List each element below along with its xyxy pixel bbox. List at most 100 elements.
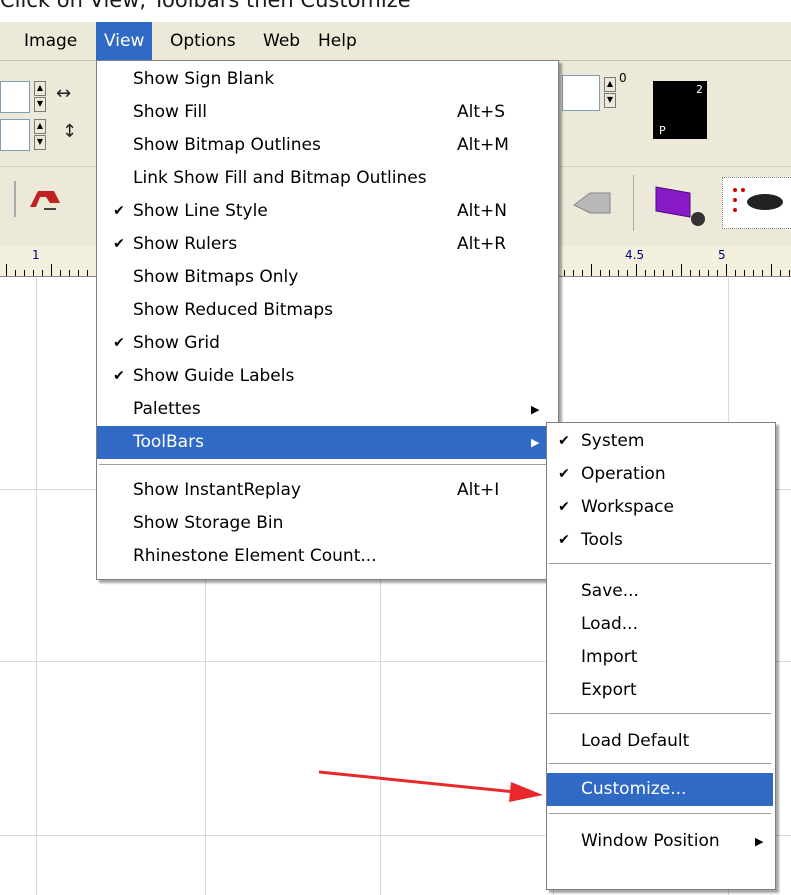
submenu-item-load-default[interactable]: Load Default [547,725,773,758]
menu-item-show-storage-bin[interactable]: Show Storage Bin [97,507,556,540]
submenu-item-import[interactable]: Import [547,641,773,674]
ruler-tick [573,270,574,276]
check-icon: ✔ [113,335,125,351]
menu-image[interactable]: Image [16,22,85,60]
ruler-tick [717,270,718,276]
ruler-tick [690,270,691,276]
check-icon: ✔ [558,466,570,482]
height-icon: ↕ [62,121,78,142]
grid-line [36,277,37,895]
submenu-item-customize[interactable]: Customize... [547,773,773,806]
undo-icon[interactable] [24,183,68,215]
menu-view[interactable]: View [96,22,153,60]
ruler-tick [33,270,34,276]
submenu-item-operation[interactable]: ✔ Operation [547,458,773,491]
submenu-item-system[interactable]: ✔ System [547,425,773,458]
submenu-arrow-icon: ▶ [531,436,540,449]
ruler-tick [591,264,592,276]
menu-item-rhinestone-element-count[interactable]: Rhinestone Element Count... [97,540,556,573]
view-eye-icon[interactable] [722,177,791,229]
menu-item-show-line-style[interactable]: ✔ Show Line Style Alt+N [97,195,556,228]
menubar: Image View Options Web Help [0,22,791,61]
ruler-tick [78,270,79,276]
check-icon: ✔ [558,499,570,515]
menu-help[interactable]: Help [310,22,365,60]
check-icon: ✔ [558,433,570,449]
menu-item-link-show-fill[interactable]: Link Show Fill and Bitmap Outlines [97,162,556,195]
view-menu: Show Sign Blank Show Fill Alt+S Show Bitm… [96,60,559,580]
submenu-item-workspace[interactable]: ✔ Workspace [547,491,773,524]
value-field[interactable] [562,75,600,111]
menu-item-show-bitmaps-only[interactable]: Show Bitmaps Only [97,261,556,294]
caption-strip: Click on View, Toolbars then Customize [0,0,791,22]
check-icon: ✔ [113,236,125,252]
menu-item-show-bitmap-outlines[interactable]: Show Bitmap Outlines Alt+M [97,129,556,162]
menu-web[interactable]: Web [255,22,308,60]
menu-options[interactable]: Options [162,22,244,60]
ruler-tick [564,270,565,276]
ruler-tick [87,270,88,276]
preview-bottom-glyph: P [659,124,666,137]
submenu-item-export[interactable]: Export [547,674,773,707]
submenu-arrow-icon: ▶ [755,835,764,848]
ruler-tick [51,264,52,276]
ruler-label-5: 5 [718,248,726,262]
submenu-item-window-position[interactable]: Window Position ▶ [547,825,773,858]
ruler-tick [654,270,655,276]
menu-item-palettes[interactable]: Palettes ▶ [97,393,556,426]
menu-item-show-guide-labels[interactable]: ✔ Show Guide Labels [97,360,556,393]
ruler-tick [582,270,583,276]
ruler-tick [69,270,70,276]
submenu-item-tools[interactable]: ✔ Tools [547,524,773,557]
annotation-arrow [318,770,543,802]
menu-item-show-fill[interactable]: Show Fill Alt+S [97,96,556,129]
ruler-tick [672,270,673,276]
ruler-tick [609,270,610,276]
ruler-tick [42,270,43,276]
ruler-tick [618,270,619,276]
menu-item-show-sign-blank[interactable]: Show Sign Blank [97,63,556,96]
menu-separator [549,813,771,815]
ruler-label-4-5: 4.5 [625,248,645,262]
check-icon: ✔ [113,203,125,219]
menu-item-show-instantreplay[interactable]: Show InstantReplay Alt+I [97,474,556,507]
width-field[interactable] [0,81,30,113]
ruler-tick [780,270,781,276]
check-icon: ✔ [113,368,125,384]
submenu-item-save[interactable]: Save... [547,575,773,608]
ruler-tick [6,264,7,276]
menu-item-show-grid[interactable]: ✔ Show Grid [97,327,556,360]
toolbars-submenu: ✔ System ✔ Operation ✔ Workspace ✔ Tools Sav… [546,422,776,890]
ruler-tick [735,270,736,276]
ruler-tick [744,270,745,276]
menu-separator [549,713,771,715]
ruler-tick [726,264,727,276]
submenu-arrow-icon: ▶ [531,403,540,416]
menu-item-show-rulers[interactable]: ✔ Show Rulers Alt+R [97,228,556,261]
ruler-tick [789,270,790,276]
width-icon: ↔ [56,83,72,104]
value-spinner[interactable]: ▲ ▼ [604,77,616,108]
value-label: 0 [619,71,627,85]
height-field[interactable] [0,119,30,151]
menu-separator [99,464,554,466]
submenu-item-load[interactable]: Load... [547,608,773,641]
ruler-label-1: 1 [32,248,40,262]
height-spinner[interactable]: ▲ ▼ [34,119,46,150]
transform-icon[interactable] [570,187,620,221]
display-icon[interactable] [650,183,710,227]
preview-swatch: 2 P [653,81,707,139]
ruler-tick [663,270,664,276]
width-spinner[interactable]: ▲ ▼ [34,81,46,112]
check-icon: ✔ [558,532,570,548]
toolbar-grip [14,181,16,217]
menu-item-toolbars[interactable]: ToolBars ▶ [97,426,556,459]
ruler-tick [645,270,646,276]
ruler-tick [762,270,763,276]
preview-top-glyph: 2 [696,83,703,96]
menu-item-show-reduced-bitmaps[interactable]: Show Reduced Bitmaps [97,294,556,327]
ruler-tick [600,270,601,276]
toolbar-separator [633,175,634,231]
ruler-tick [636,264,637,276]
menu-separator [549,763,771,765]
